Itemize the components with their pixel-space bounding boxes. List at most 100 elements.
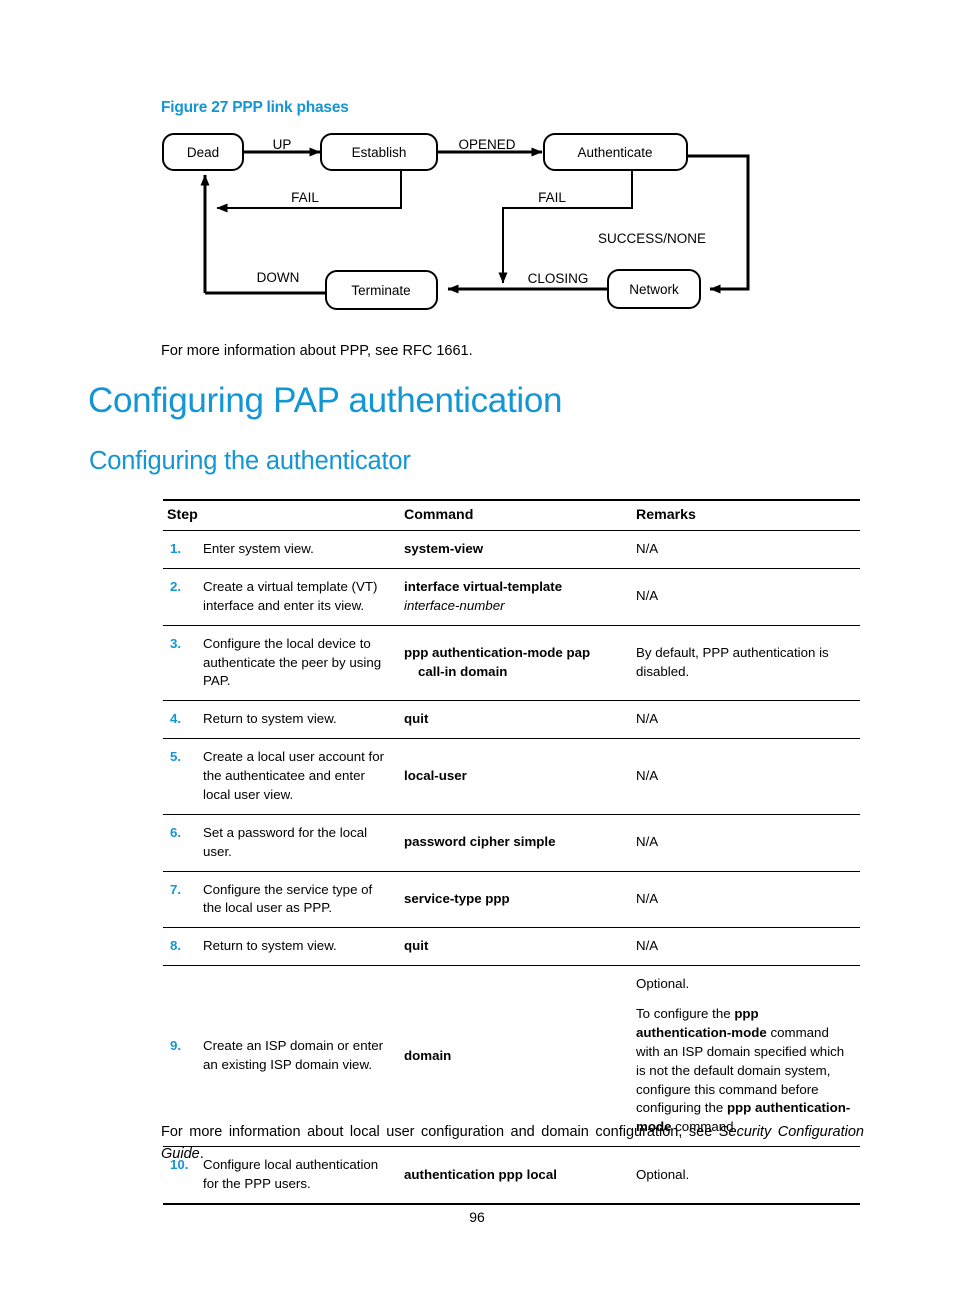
step-description: Create a virtual template (VT) interface… [203, 578, 378, 613]
step-cell: 4. Return to system view. [163, 700, 400, 740]
command-text: service-type ppp [404, 890, 510, 906]
remarks-cell: N/A [632, 871, 860, 929]
column-header-command: Command [400, 499, 632, 531]
remarks-cell: Optional. To configure the ppp authentic… [632, 965, 860, 1148]
remarks-text: N/A [636, 834, 659, 850]
step-description: Return to system view. [203, 711, 337, 727]
command-parameter: interface-number [404, 597, 505, 613]
remarks-cell: N/A [632, 568, 860, 626]
ppp-link-phases-diagram: Dead Establish Authenticate Terminate Ne… [150, 125, 790, 325]
configuration-procedure-table: Step Command Remarks 1. Enter system vie… [163, 499, 860, 1205]
remarks-text: N/A [636, 938, 659, 954]
step-number: 2. [170, 578, 182, 594]
command-cell: quit [400, 700, 632, 740]
remarks-cell: N/A [632, 700, 860, 740]
step-cell: 9. Create an ISP domain or enter an exis… [163, 965, 400, 1148]
remarks-text: N/A [636, 588, 659, 604]
table-row: 9. Create an ISP domain or enter an exis… [163, 965, 860, 1148]
edge-label-closing: CLOSING [528, 271, 589, 286]
table-row: 4. Return to system view. quit N/A [163, 700, 860, 740]
remarks-cell: N/A [632, 530, 860, 569]
table-row: 8. Return to system view. quit N/A [163, 927, 860, 967]
table-row: 2. Create a virtual template (VT) interf… [163, 568, 860, 626]
step-description: Configure the service type of the local … [203, 881, 373, 916]
step-description: Configure the local device to authentica… [203, 635, 382, 689]
command-options: call-in domain [418, 663, 508, 679]
node-dead-label: Dead [187, 145, 219, 160]
command-text: authentication ppp local [404, 1166, 557, 1182]
table-header-row: Step Command Remarks [163, 499, 860, 531]
command-text: domain [404, 1047, 452, 1063]
edge-label-down: DOWN [257, 270, 300, 285]
remarks-text: N/A [636, 890, 659, 906]
command-text: quit [404, 938, 429, 954]
edge-label-success-none: SUCCESS/NONE [598, 231, 706, 246]
remarks-cell: N/A [632, 814, 860, 872]
page-number: 96 [469, 1209, 485, 1225]
remarks-cell: By default, PPP authentication is disabl… [632, 625, 860, 702]
remarks-cell: N/A [632, 738, 860, 815]
step-cell: 5. Create a local user account for the a… [163, 738, 400, 815]
edge-label-opened: OPENED [458, 137, 515, 152]
node-network-label: Network [629, 282, 679, 297]
command-cell: password cipher simple [400, 814, 632, 872]
table-row: 1. Enter system view. system-view N/A [163, 530, 860, 569]
edge-label-up: UP [273, 137, 292, 152]
remarks-text: Optional. [636, 1166, 690, 1182]
command-cell: interface virtual-template interface-num… [400, 568, 632, 626]
node-authenticate-label: Authenticate [577, 145, 652, 160]
remarks-text: N/A [636, 711, 659, 727]
step-description: Enter system view. [203, 541, 314, 556]
step-description: Create an ISP domain or enter an existin… [203, 1038, 384, 1073]
step-number: 3. [170, 635, 182, 651]
step-number: 9. [170, 1038, 182, 1054]
document-page: Figure 27 PPP link phases Dead Establish… [0, 0, 954, 1296]
command-cell: domain [400, 965, 632, 1148]
step-number: 1. [170, 541, 182, 556]
step-cell: 1. Enter system view. [163, 530, 400, 569]
remarks-text: By default, PPP authentication is disabl… [636, 645, 829, 679]
step-cell: 2. Create a virtual template (VT) interf… [163, 568, 400, 626]
footer-note-paragraph: For more information about local user co… [161, 1122, 864, 1166]
step-number: 4. [170, 711, 182, 727]
command-cell: system-view [400, 530, 632, 569]
column-header-step: Step [163, 499, 400, 531]
step-cell: 7. Configure the service type of the loc… [163, 871, 400, 929]
command-text: password cipher simple [404, 834, 556, 850]
table-body: 1. Enter system view. system-view N/A 2.… [163, 530, 860, 1205]
section-title: Configuring the authenticator [89, 447, 411, 475]
column-header-remarks: Remarks [632, 499, 860, 531]
command-cell: service-type ppp [400, 871, 632, 929]
command-text: system-view [404, 541, 484, 556]
node-establish-label: Establish [352, 145, 407, 160]
rfc-note-paragraph: For more information about PPP, see RFC … [161, 343, 473, 359]
edge-label-fail-establish: FAIL [291, 190, 319, 205]
table-row: 3. Configure the local device to authent… [163, 625, 860, 702]
table-row: 6. Set a password for the local user. pa… [163, 814, 860, 872]
remarks-text: N/A [636, 541, 659, 556]
node-terminate-label: Terminate [351, 283, 410, 298]
remark-part-a: To configure the [636, 1006, 735, 1021]
step-cell: 6. Set a password for the local user. [163, 814, 400, 872]
remarks-optional: Optional. [636, 976, 690, 992]
remarks-cell: N/A [632, 927, 860, 967]
remarks-text: N/A [636, 768, 659, 783]
step-cell: 8. Return to system view. [163, 927, 400, 967]
step-cell: 3. Configure the local device to authent… [163, 625, 400, 702]
command-text: ppp authentication-mode pap [404, 645, 591, 661]
remarks-detail: To configure the ppp authentication-mode… [636, 1005, 854, 1137]
edge-label-fail-authenticate: FAIL [538, 190, 566, 205]
figure-caption: Figure 27 PPP link phases [161, 99, 349, 116]
table-row: 7. Configure the service type of the loc… [163, 871, 860, 929]
page-title: Configuring PAP authentication [88, 381, 563, 420]
table-header: Step Command Remarks [163, 499, 860, 531]
command-text: quit [404, 711, 429, 727]
step-description: Set a password for the local user. [203, 824, 368, 859]
step-description: Return to system view. [203, 938, 337, 954]
command-cell: quit [400, 927, 632, 967]
step-number: 6. [170, 824, 182, 840]
command-text: interface virtual-template [404, 578, 563, 594]
footer-tail-text: . [199, 1145, 204, 1162]
table-row: 5. Create a local user account for the a… [163, 738, 860, 815]
footer-lead-text: For more information about local user co… [161, 1124, 719, 1140]
